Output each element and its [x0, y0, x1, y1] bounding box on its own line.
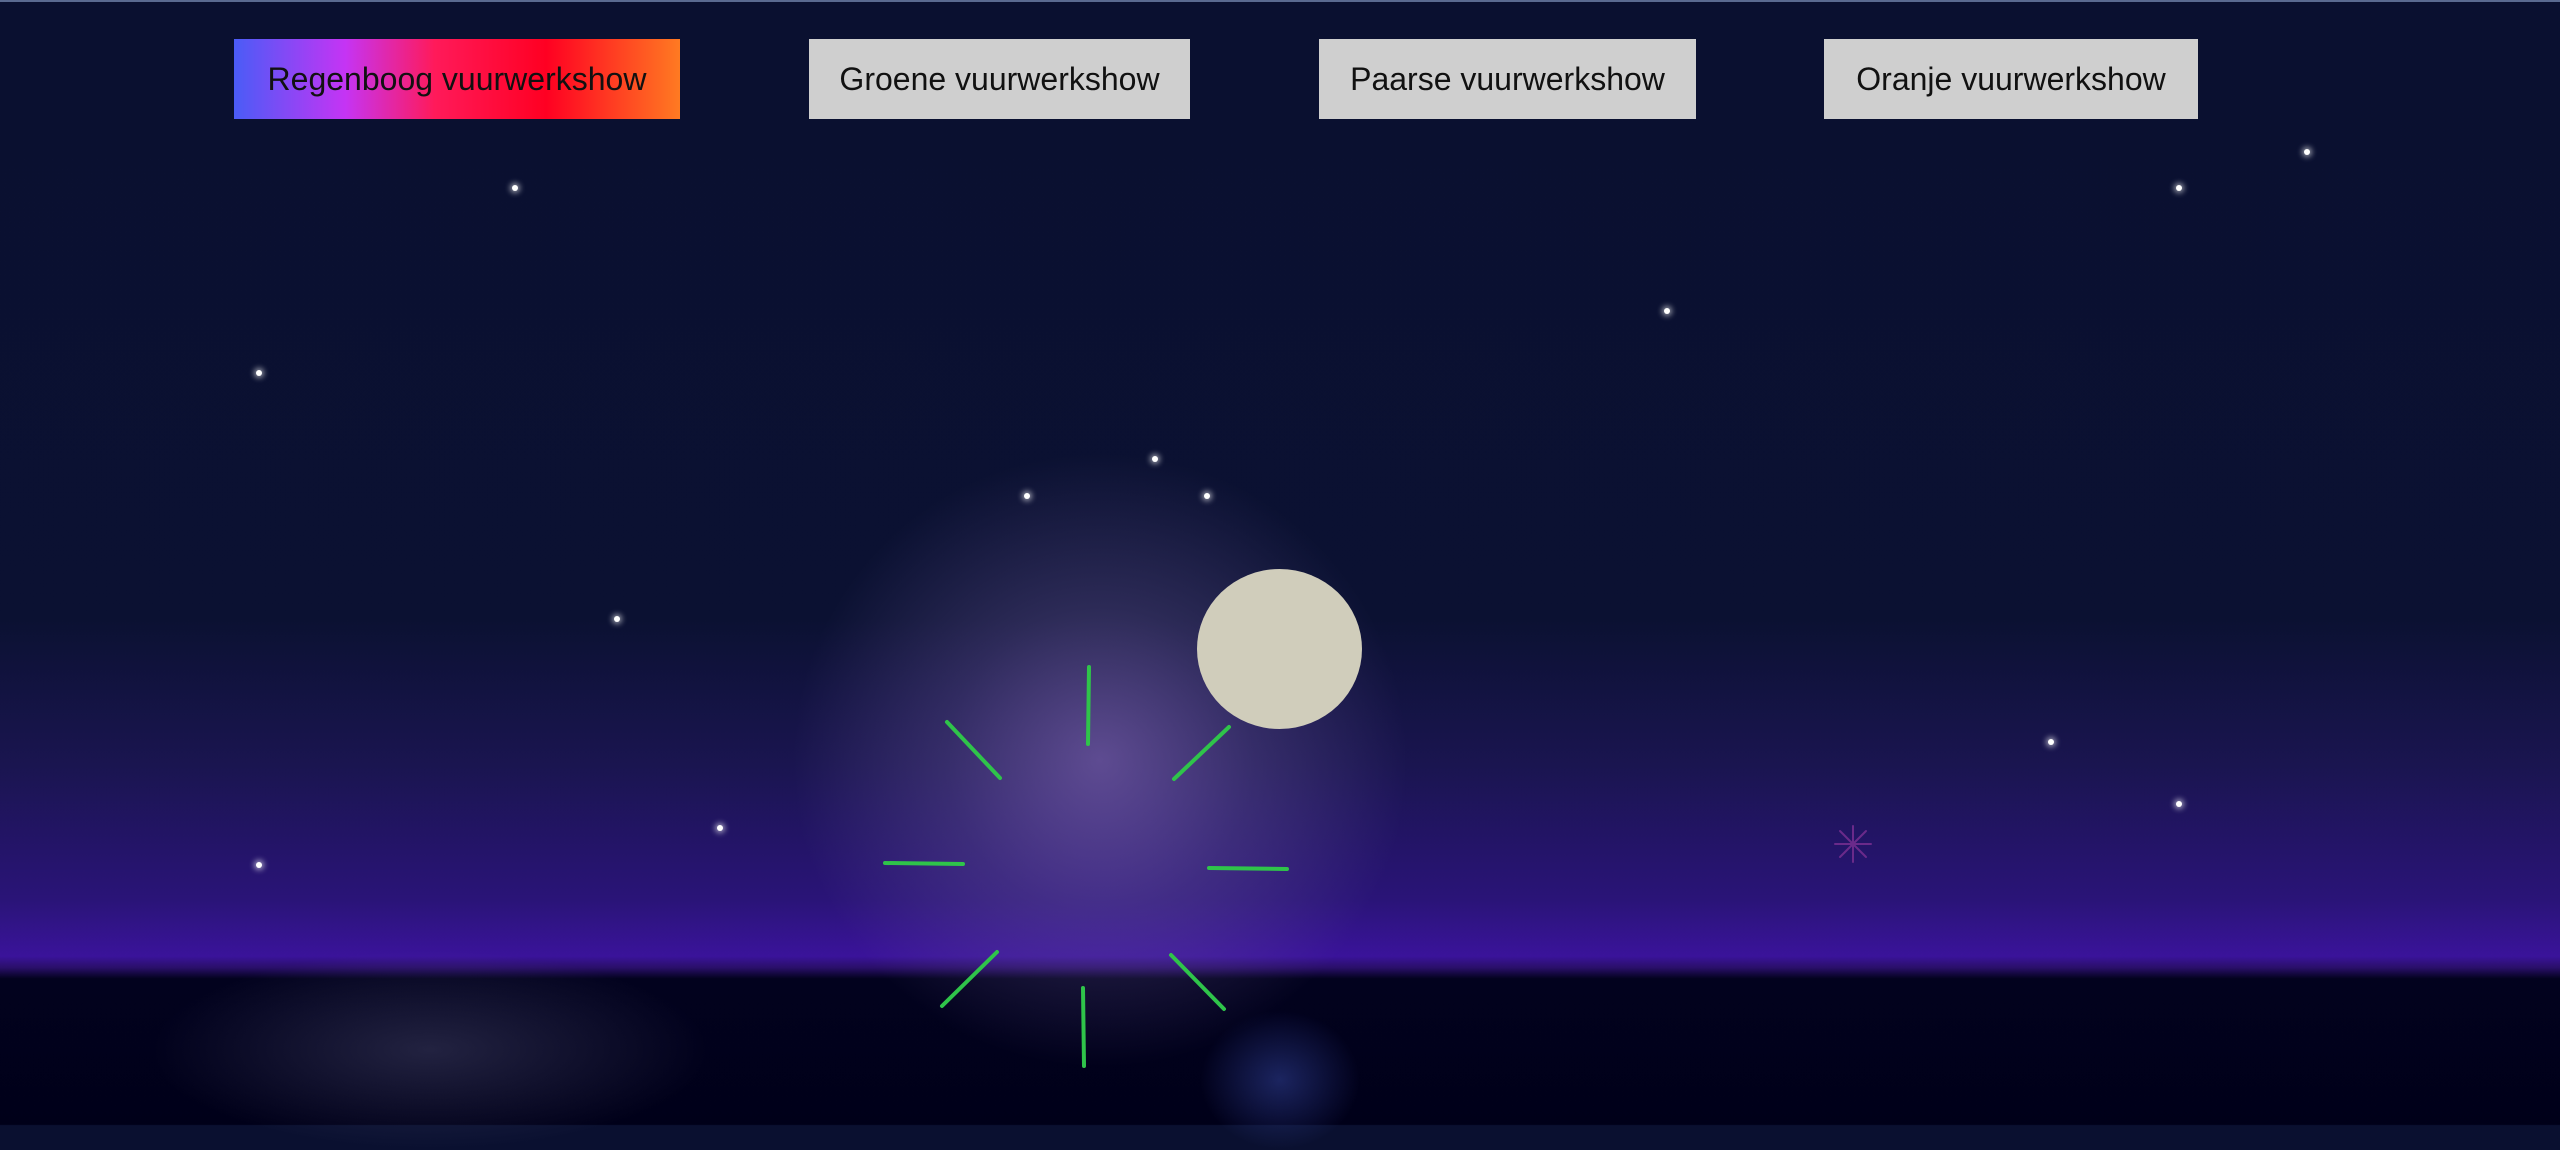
green-firework-burst-icon — [883, 665, 1289, 1068]
purple-firework-spark-icon — [1834, 825, 1872, 863]
firework-layer — [883, 665, 1872, 1068]
